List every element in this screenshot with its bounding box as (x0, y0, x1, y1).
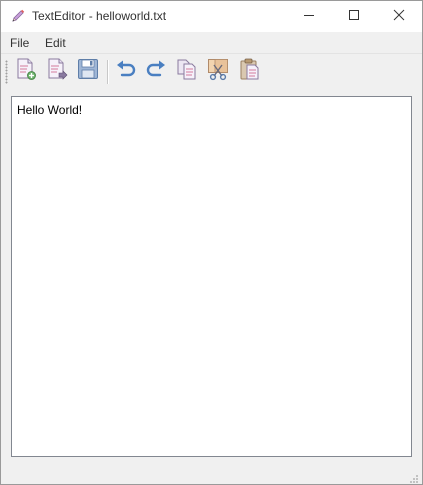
copy-button[interactable] (174, 58, 200, 84)
save-button[interactable] (75, 58, 101, 84)
window-title: TextEditor - helloworld.txt (32, 9, 167, 23)
menu-file[interactable]: File (9, 35, 30, 51)
app-window: TextEditor - helloworld.txt File Edit He… (0, 0, 423, 485)
save-icon (76, 57, 100, 86)
redo-button[interactable] (143, 58, 169, 84)
toolbar (1, 53, 422, 89)
new-file-button[interactable] (13, 58, 39, 84)
maximize-icon (348, 8, 360, 26)
toolbar-separator (107, 60, 109, 84)
paste-icon (238, 57, 262, 86)
title-bar[interactable]: TextEditor - helloworld.txt (1, 1, 422, 32)
menu-edit[interactable]: Edit (44, 35, 67, 51)
open-file-icon (45, 57, 69, 86)
close-button[interactable] (376, 1, 421, 32)
redo-icon (144, 57, 168, 86)
undo-icon (114, 57, 138, 86)
toolbar-grip[interactable] (5, 60, 8, 84)
cut-button[interactable] (205, 58, 231, 84)
new-file-icon (14, 57, 38, 86)
editor-content[interactable]: Hello World! (17, 103, 82, 117)
pencil-icon (10, 8, 26, 24)
paste-button[interactable] (237, 58, 263, 84)
text-editor-area[interactable]: Hello World! (11, 96, 412, 457)
close-icon (393, 8, 405, 26)
undo-button[interactable] (113, 58, 139, 84)
minimize-button[interactable] (286, 1, 331, 32)
copy-icon (175, 57, 199, 86)
minimize-icon (303, 8, 315, 26)
maximize-button[interactable] (331, 1, 376, 32)
open-file-button[interactable] (44, 58, 70, 84)
resize-grip-icon[interactable] (407, 471, 419, 483)
menu-bar: File Edit (1, 32, 422, 53)
cut-icon (206, 57, 230, 86)
